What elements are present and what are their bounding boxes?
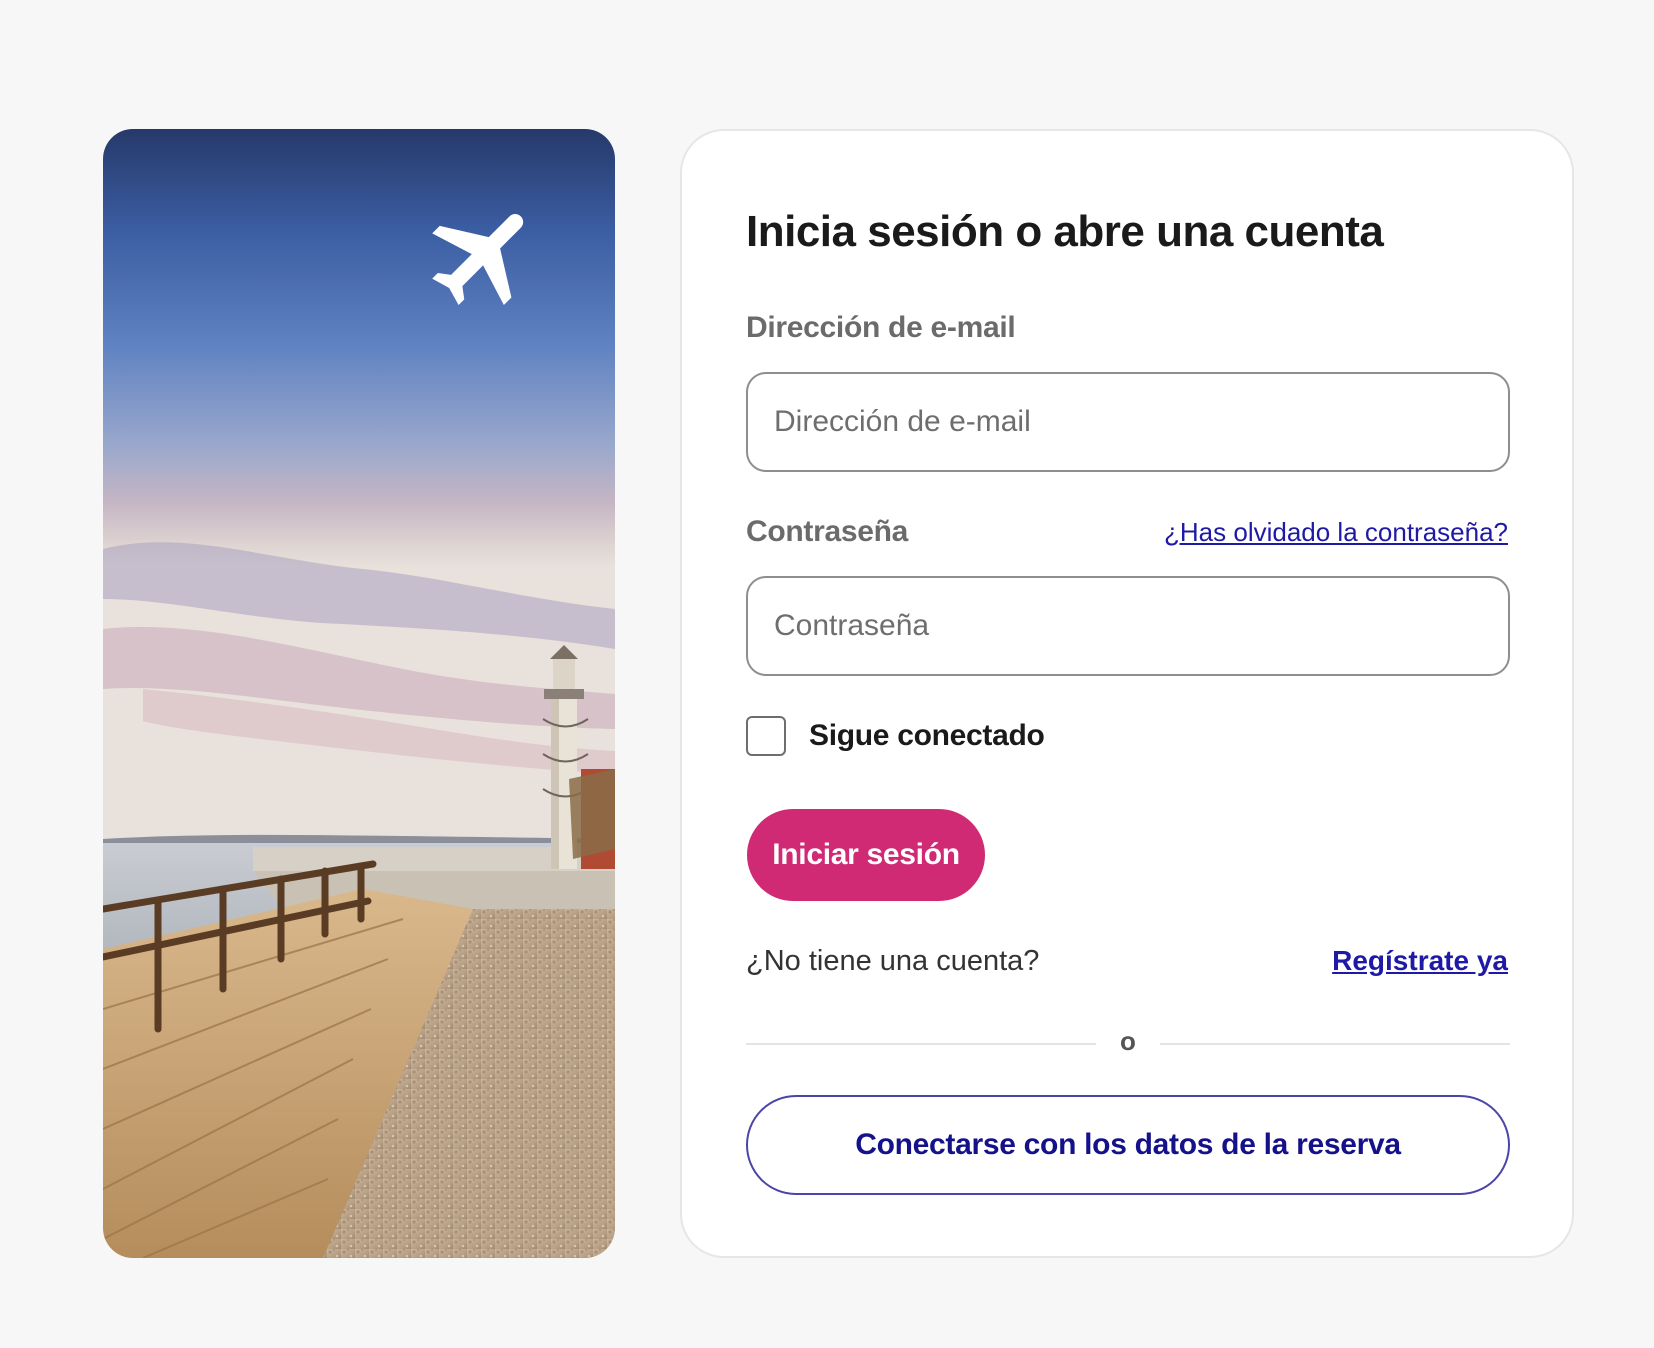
password-label: Contraseña (746, 515, 909, 548)
login-title: Inicia sesión o abre una cuenta (746, 207, 1384, 256)
register-link[interactable]: Regístrate ya (1332, 945, 1508, 977)
login-page: Inicia sesión o abre una cuenta Direcció… (0, 0, 1654, 1348)
email-label: Dirección de e-mail (746, 311, 1016, 344)
login-card: Inicia sesión o abre una cuenta Direcció… (680, 129, 1574, 1258)
forgot-password-link[interactable]: ¿Has olvidado la contraseña? (1164, 517, 1508, 548)
booking-login-button[interactable]: Conectarse con los datos de la reserva (746, 1095, 1510, 1195)
login-button[interactable]: Iniciar sesión (747, 809, 985, 901)
stay-connected-label[interactable]: Sigue conectado (809, 719, 1045, 753)
divider-line-right (1160, 1043, 1510, 1045)
no-account-text: ¿No tiene una cuenta? (746, 945, 1040, 977)
divider-line-left (746, 1043, 1096, 1045)
stay-connected-checkbox[interactable] (746, 716, 786, 756)
divider-text: o (1120, 1026, 1136, 1056)
password-input[interactable] (746, 576, 1510, 676)
travel-photo-panel (103, 129, 615, 1258)
airplane-icon (432, 214, 524, 306)
email-input[interactable] (746, 372, 1510, 472)
